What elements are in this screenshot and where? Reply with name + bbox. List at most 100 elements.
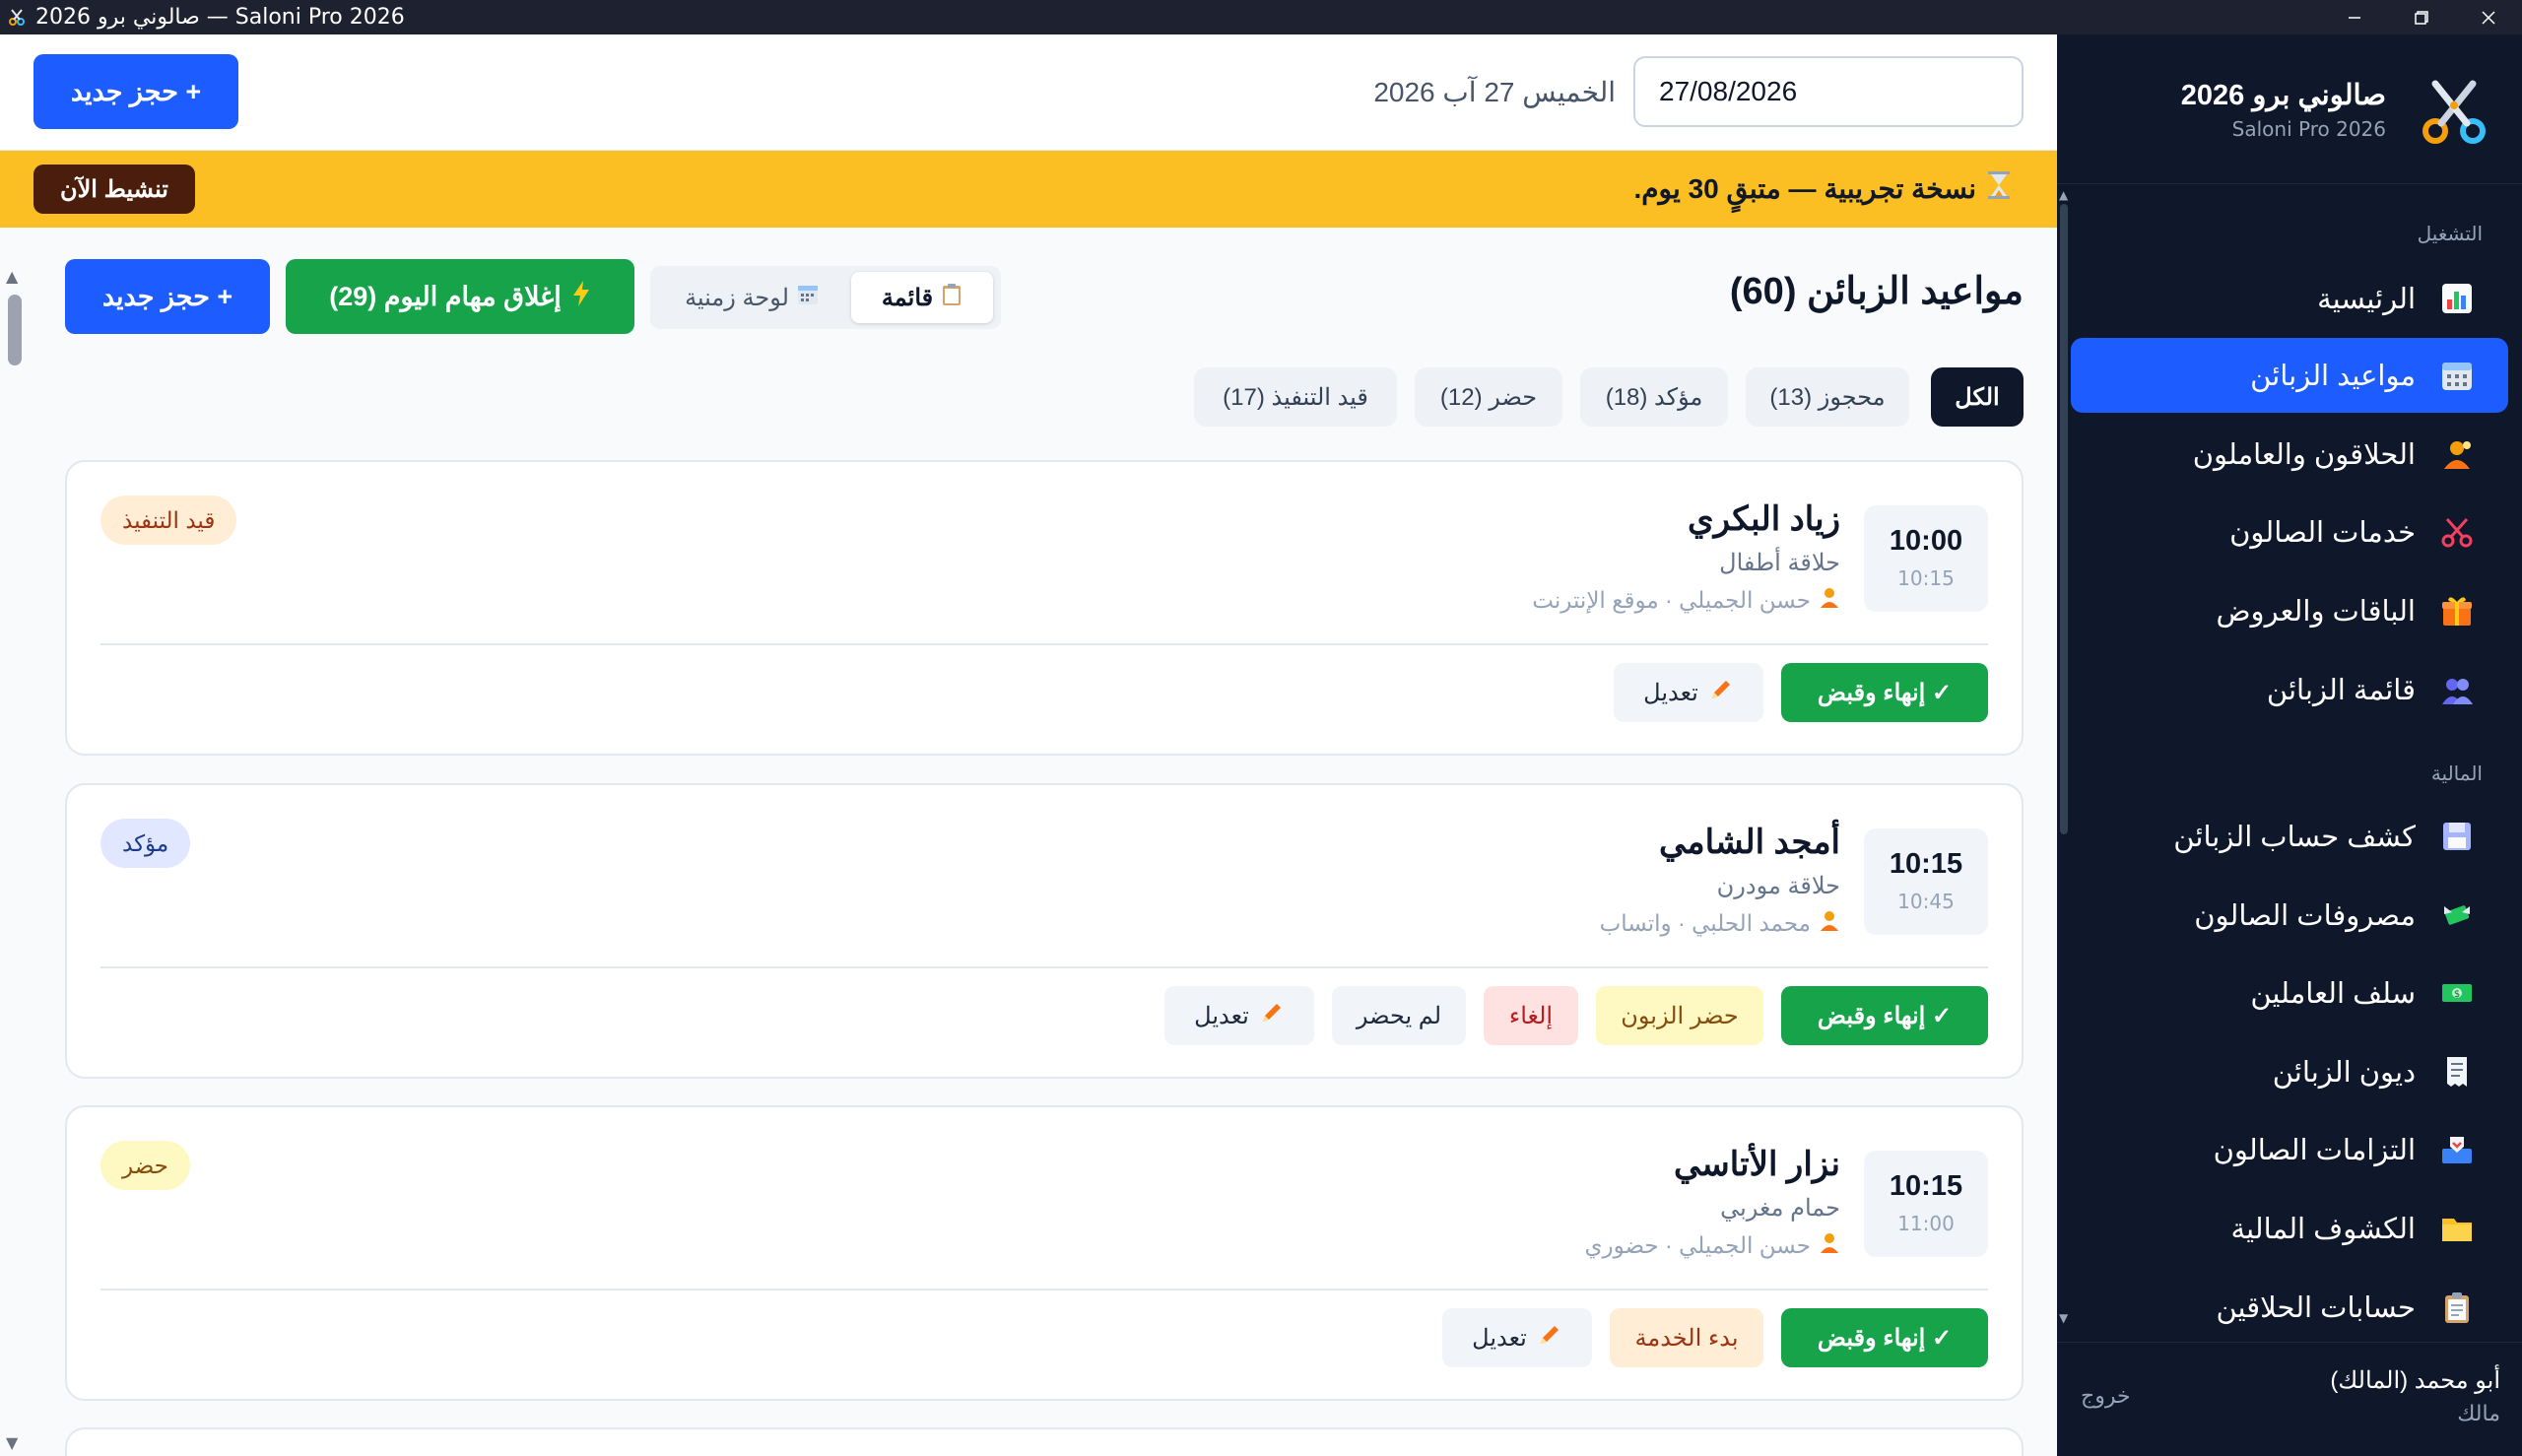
main-scroll-thumb[interactable] — [8, 295, 22, 365]
cancel-booking-button[interactable]: إلغاء — [1484, 986, 1578, 1045]
no-show-button[interactable]: لم يحضر — [1332, 986, 1466, 1045]
sidebar-item-barber-accounts[interactable]: حسابات الحلاقين — [2071, 1270, 2508, 1345]
sidebar-item-obligations[interactable]: التزامات الصالون — [2071, 1112, 2508, 1187]
card-divider — [100, 643, 1988, 645]
date-field[interactable] — [1633, 56, 2024, 127]
scissors-logo-icon — [2418, 76, 2490, 149]
start-service-button[interactable]: بدء الخدمة — [1610, 1308, 1763, 1367]
time-box: 10:15 11:00 — [1864, 1151, 1988, 1257]
sidebar-item-label: الحلاقون والعاملون — [2192, 438, 2416, 471]
folder-icon — [2435, 1207, 2479, 1250]
calendar-icon — [2435, 354, 2479, 397]
inbox-tray-icon — [2435, 1128, 2479, 1171]
edit-button[interactable]: تعديل — [1442, 1308, 1592, 1367]
sidebar-item-services[interactable]: خدمات الصالون — [2071, 495, 2508, 569]
sidebar-scroll-thumb[interactable] — [2060, 204, 2068, 834]
gift-icon — [2435, 589, 2479, 632]
pencil-icon — [1708, 677, 1734, 709]
scroll-down-icon[interactable]: ▼ — [2059, 1311, 2068, 1325]
sidebar-scrollbar[interactable]: ▲ ▼ — [2057, 184, 2071, 1327]
sidebar-item-label: التزامات الصالون — [2213, 1134, 2416, 1166]
edit-label: تعديل — [1643, 679, 1698, 706]
appointment-card[interactable]: 10:15 11:00 نزار الأتاسي حمام مغربي حسن … — [65, 1105, 2024, 1401]
sidebar-item-customer-statement[interactable]: كشف حساب الزبائن — [2071, 799, 2508, 874]
customer-name: زياد البكري — [1687, 500, 1840, 538]
start-time: 10:00 — [1889, 525, 1963, 557]
scroll-up-icon[interactable]: ▲ — [2059, 188, 2068, 202]
start-time: 10:15 — [1889, 848, 1963, 880]
date-label: الخميس 27 آب 2026 — [1373, 77, 1616, 107]
trial-text: نسخة تجريبية — متبقٍ 30 يوم. — [1633, 173, 1976, 204]
calendar-icon — [797, 284, 819, 312]
barber-icon — [1819, 909, 1840, 937]
brand-subtitle: Saloni Pro 2026 — [2231, 117, 2386, 141]
filter-booked[interactable]: محجوز (13) — [1746, 367, 1909, 427]
money-wings-icon — [2435, 893, 2479, 937]
finish-and-pay-button[interactable]: ✓ إنهاء وقبض — [1781, 986, 1988, 1045]
filter-in-progress[interactable]: قيد التنفيذ (17) — [1194, 367, 1397, 427]
logout-button[interactable]: خروج — [2081, 1384, 2131, 1409]
view-toggle: قائمة لوحة زمنية — [650, 266, 1001, 329]
sidebar-item-advances[interactable]: $ سلف العاملين — [2071, 956, 2508, 1030]
window-title: صالوني برو 2026 — Saloni Pro 2026 — [35, 5, 405, 30]
filter-confirmed[interactable]: مؤكد (18) — [1580, 367, 1728, 427]
sidebar-item-label: الباقات والعروض — [2216, 595, 2417, 628]
appointment-meta: حسن الجميلي · موقع الإنترنت — [1532, 586, 1840, 614]
tab-list[interactable]: قائمة — [851, 272, 993, 323]
minimize-icon[interactable] — [2321, 0, 2388, 34]
user-name: أبو محمد (المالك) — [2330, 1367, 2500, 1394]
service-name: حلاقة أطفال — [1719, 550, 1840, 576]
service-name: حلاقة مودرن — [1716, 873, 1840, 899]
time-box: 10:00 10:15 — [1864, 505, 1988, 612]
user-panel: أبو محمد (المالك) مالك خروج — [2057, 1342, 2522, 1456]
page-title: مواعيد الزبائن (60) — [1729, 271, 2024, 312]
sidebar-item-home[interactable]: الرئيسية — [2071, 261, 2508, 336]
activate-now-button[interactable]: تنشيط الآن — [33, 165, 195, 214]
clipboard-icon — [2435, 1286, 2479, 1329]
top-bar: + حجز جديد الخميس 27 آب 2026 — [0, 34, 2057, 151]
section-operation: التشغيل — [2417, 222, 2483, 245]
finish-and-pay-button[interactable]: ✓ إنهاء وقبض — [1781, 1308, 1988, 1367]
new-booking-button[interactable]: + حجز جديد — [33, 54, 238, 129]
barber-and-source: حسن الجميلي · موقع الإنترنت — [1532, 586, 1811, 613]
sidebar-item-reports[interactable]: الكشوف المالية — [2071, 1191, 2508, 1266]
sidebar-item-customers[interactable]: قائمة الزبائن — [2071, 652, 2508, 727]
brand: صالوني برو 2026 Saloni Pro 2026 — [2057, 34, 2522, 184]
mark-present-button[interactable]: حضر الزبون — [1596, 986, 1763, 1045]
close-day-tasks-label: إغلاق مهام اليوم (29) — [329, 281, 562, 311]
scroll-up-icon[interactable]: ▲ — [6, 267, 18, 286]
filter-all[interactable]: الكل — [1931, 367, 2024, 427]
sidebar-item-label: مواعيد الزبائن — [2250, 360, 2416, 392]
sidebar-item-label: خدمات الصالون — [2229, 516, 2416, 549]
main-scrollbar[interactable]: ▲ ▼ — [0, 228, 30, 1456]
sidebar-item-expenses[interactable]: مصروفات الصالون — [2071, 878, 2508, 953]
scissors-icon — [2435, 510, 2479, 554]
maximize-icon[interactable] — [2388, 0, 2455, 34]
appointment-card[interactable] — [65, 1427, 2024, 1456]
finish-and-pay-button[interactable]: ✓ إنهاء وقبض — [1781, 663, 1988, 722]
tab-timeline[interactable]: لوحة زمنية — [658, 272, 845, 323]
sidebar-item-label: كشف حساب الزبائن — [2173, 821, 2416, 853]
hourglass-icon — [1986, 170, 2012, 207]
receipt-icon — [2435, 1050, 2479, 1093]
new-booking-button-secondary[interactable]: + حجز جديد — [65, 259, 270, 334]
sidebar-item-appointments[interactable]: مواعيد الزبائن — [2071, 338, 2508, 413]
status-badge: قيد التنفيذ — [100, 496, 237, 545]
close-icon[interactable] — [2455, 0, 2522, 34]
scroll-down-icon[interactable]: ▼ — [6, 1433, 18, 1452]
edit-label: تعديل — [1472, 1324, 1527, 1352]
trial-banner: نسخة تجريبية — متبقٍ 30 يوم. — [0, 151, 2057, 228]
appointment-card[interactable]: 10:00 10:15 زياد البكري حلاقة أطفال حسن … — [65, 460, 2024, 756]
close-day-tasks-button[interactable]: إغلاق مهام اليوم (29) — [286, 259, 634, 334]
svg-text:$: $ — [2454, 989, 2460, 1000]
customer-name: نزار الأتاسي — [1673, 1146, 1840, 1183]
appointment-card[interactable]: 10:15 10:45 أمجد الشامي حلاقة مودرن محمد… — [65, 783, 2024, 1079]
people-icon — [2435, 668, 2479, 711]
sidebar-item-barbers[interactable]: الحلاقون والعاملون — [2071, 417, 2508, 492]
sidebar-item-debts[interactable]: ديون الزبائن — [2071, 1034, 2508, 1109]
end-time: 10:15 — [1897, 566, 1955, 590]
edit-button[interactable]: تعديل — [1614, 663, 1763, 722]
edit-button[interactable]: تعديل — [1164, 986, 1314, 1045]
sidebar-item-packages[interactable]: الباقات والعروض — [2071, 573, 2508, 648]
filter-present[interactable]: حضر (12) — [1415, 367, 1562, 427]
